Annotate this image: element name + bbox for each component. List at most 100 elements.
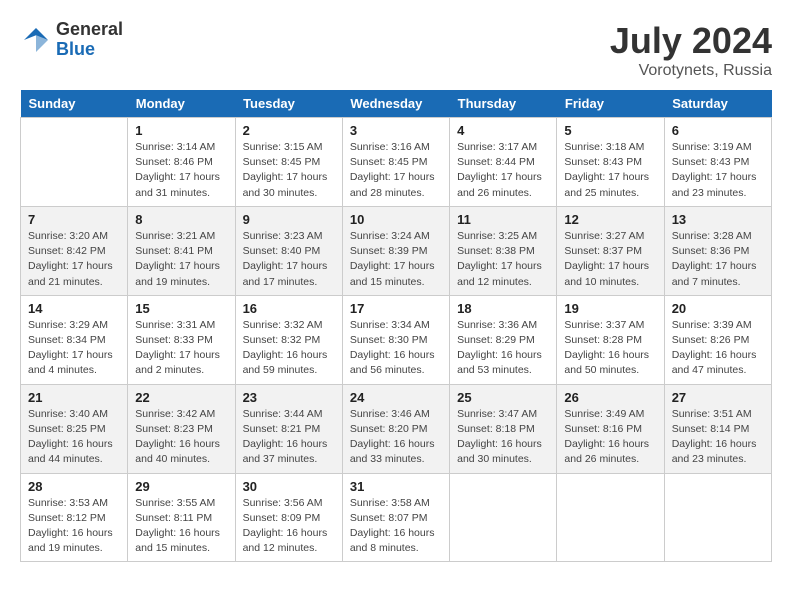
day-info: Sunrise: 3:49 AM Sunset: 8:16 PM Dayligh… (564, 407, 656, 468)
day-info: Sunrise: 3:20 AM Sunset: 8:42 PM Dayligh… (28, 229, 120, 290)
calendar-cell: 15Sunrise: 3:31 AM Sunset: 8:33 PM Dayli… (128, 295, 235, 384)
day-number: 27 (672, 390, 764, 405)
calendar-week-5: 28Sunrise: 3:53 AM Sunset: 8:12 PM Dayli… (21, 473, 772, 562)
calendar-cell: 9 Sunrise: 3:23 AM Sunset: 8:40 PM Daylig… (235, 206, 342, 295)
day-number: 17 (350, 301, 442, 316)
day-info: Sunrise: 3:36 AM Sunset: 8:29 PM Dayligh… (457, 318, 549, 379)
day-number: 9 (243, 212, 335, 227)
month-title: July 2024 (610, 20, 772, 62)
day-info: Sunrise: 3:56 AM Sunset: 8:09 PM Dayligh… (243, 496, 335, 557)
day-info: Sunrise: 3:42 AM Sunset: 8:23 PM Dayligh… (135, 407, 227, 468)
calendar-cell: 7 Sunrise: 3:20 AM Sunset: 8:42 PM Daylig… (21, 206, 128, 295)
day-number: 7 (28, 212, 120, 227)
calendar-cell: 30 Sunrise: 3:56 AM Sunset: 8:09 PM Dayli… (235, 473, 342, 562)
day-info: Sunrise: 3:25 AM Sunset: 8:38 PM Dayligh… (457, 229, 549, 290)
day-info: Sunrise: 3:24 AM Sunset: 8:39 PM Dayligh… (350, 229, 442, 290)
day-info: Sunrise: 3:31 AM Sunset: 8:33 PM Dayligh… (135, 318, 227, 379)
calendar-cell (450, 473, 557, 562)
calendar-cell: 17 Sunrise: 3:34 AM Sunset: 8:30 PM Dayli… (342, 295, 449, 384)
calendar-cell: 2 Sunrise: 3:15 AM Sunset: 8:45 PM Daylig… (235, 118, 342, 207)
calendar-table: Sunday Monday Tuesday Wednesday Thursday… (20, 90, 772, 562)
calendar-cell: 11Sunrise: 3:25 AM Sunset: 8:38 PM Dayli… (450, 206, 557, 295)
col-friday: Friday (557, 90, 664, 118)
day-info: Sunrise: 3:29 AM Sunset: 8:34 PM Dayligh… (28, 318, 120, 379)
calendar-cell: 19 Sunrise: 3:37 AM Sunset: 8:28 PM Dayli… (557, 295, 664, 384)
calendar-cell: 5 Sunrise: 3:18 AM Sunset: 8:43 PM Daylig… (557, 118, 664, 207)
day-number: 5 (564, 123, 656, 138)
day-info: Sunrise: 3:46 AM Sunset: 8:20 PM Dayligh… (350, 407, 442, 468)
day-info: Sunrise: 3:21 AM Sunset: 8:41 PM Dayligh… (135, 229, 227, 290)
calendar-cell: 25Sunrise: 3:47 AM Sunset: 8:18 PM Dayli… (450, 384, 557, 473)
day-info: Sunrise: 3:15 AM Sunset: 8:45 PM Dayligh… (243, 140, 335, 201)
day-number: 21 (28, 390, 120, 405)
day-number: 31 (350, 479, 442, 494)
calendar-cell (557, 473, 664, 562)
day-number: 10 (350, 212, 442, 227)
day-number: 13 (672, 212, 764, 227)
calendar-header: Sunday Monday Tuesday Wednesday Thursday… (21, 90, 772, 118)
day-number: 28 (28, 479, 120, 494)
day-number: 23 (243, 390, 335, 405)
day-info: Sunrise: 3:39 AM Sunset: 8:26 PM Dayligh… (672, 318, 764, 379)
calendar-cell (21, 118, 128, 207)
calendar-cell: 6 Sunrise: 3:19 AM Sunset: 8:43 PM Daylig… (664, 118, 771, 207)
day-info: Sunrise: 3:34 AM Sunset: 8:30 PM Dayligh… (350, 318, 442, 379)
calendar-cell: 23 Sunrise: 3:44 AM Sunset: 8:21 PM Dayli… (235, 384, 342, 473)
day-number: 16 (243, 301, 335, 316)
col-saturday: Saturday (664, 90, 771, 118)
col-tuesday: Tuesday (235, 90, 342, 118)
day-number: 22 (135, 390, 227, 405)
day-number: 24 (350, 390, 442, 405)
calendar-cell: 8 Sunrise: 3:21 AM Sunset: 8:41 PM Daylig… (128, 206, 235, 295)
calendar-cell: 12 Sunrise: 3:27 AM Sunset: 8:37 PM Dayli… (557, 206, 664, 295)
day-info: Sunrise: 3:27 AM Sunset: 8:37 PM Dayligh… (564, 229, 656, 290)
calendar-cell: 21 Sunrise: 3:40 AM Sunset: 8:25 PM Dayli… (21, 384, 128, 473)
location: Vorotynets, Russia (610, 62, 772, 80)
day-info: Sunrise: 3:32 AM Sunset: 8:32 PM Dayligh… (243, 318, 335, 379)
header-row: Sunday Monday Tuesday Wednesday Thursday… (21, 90, 772, 118)
day-number: 6 (672, 123, 764, 138)
col-wednesday: Wednesday (342, 90, 449, 118)
logo: General Blue (20, 20, 123, 60)
day-number: 2 (243, 123, 335, 138)
day-number: 18 (457, 301, 549, 316)
day-info: Sunrise: 3:51 AM Sunset: 8:14 PM Dayligh… (672, 407, 764, 468)
day-number: 30 (243, 479, 335, 494)
day-info: Sunrise: 3:58 AM Sunset: 8:07 PM Dayligh… (350, 496, 442, 557)
day-info: Sunrise: 3:19 AM Sunset: 8:43 PM Dayligh… (672, 140, 764, 201)
calendar-cell: 3 Sunrise: 3:16 AM Sunset: 8:45 PM Daylig… (342, 118, 449, 207)
calendar-cell: 24 Sunrise: 3:46 AM Sunset: 8:20 PM Dayli… (342, 384, 449, 473)
day-number: 19 (564, 301, 656, 316)
calendar-cell (664, 473, 771, 562)
logo-text: General Blue (56, 20, 123, 60)
day-number: 29 (135, 479, 227, 494)
day-number: 4 (457, 123, 549, 138)
calendar-cell: 10 Sunrise: 3:24 AM Sunset: 8:39 PM Dayli… (342, 206, 449, 295)
calendar-cell: 22 Sunrise: 3:42 AM Sunset: 8:23 PM Dayli… (128, 384, 235, 473)
day-info: Sunrise: 3:44 AM Sunset: 8:21 PM Dayligh… (243, 407, 335, 468)
day-number: 3 (350, 123, 442, 138)
day-info: Sunrise: 3:23 AM Sunset: 8:40 PM Dayligh… (243, 229, 335, 290)
calendar-week-2: 7 Sunrise: 3:20 AM Sunset: 8:42 PM Daylig… (21, 206, 772, 295)
day-info: Sunrise: 3:28 AM Sunset: 8:36 PM Dayligh… (672, 229, 764, 290)
calendar-cell: 4Sunrise: 3:17 AM Sunset: 8:44 PM Daylig… (450, 118, 557, 207)
calendar-body: 1Sunrise: 3:14 AM Sunset: 8:46 PM Daylig… (21, 118, 772, 562)
day-number: 12 (564, 212, 656, 227)
calendar-cell: 29Sunrise: 3:55 AM Sunset: 8:11 PM Dayli… (128, 473, 235, 562)
title-block: July 2024 Vorotynets, Russia (610, 20, 772, 80)
day-info: Sunrise: 3:16 AM Sunset: 8:45 PM Dayligh… (350, 140, 442, 201)
logo-general: General (56, 20, 123, 40)
page-header: General Blue July 2024 Vorotynets, Russi… (20, 20, 772, 80)
calendar-week-3: 14Sunrise: 3:29 AM Sunset: 8:34 PM Dayli… (21, 295, 772, 384)
day-info: Sunrise: 3:47 AM Sunset: 8:18 PM Dayligh… (457, 407, 549, 468)
day-info: Sunrise: 3:40 AM Sunset: 8:25 PM Dayligh… (28, 407, 120, 468)
logo-icon (20, 24, 52, 56)
calendar-cell: 14Sunrise: 3:29 AM Sunset: 8:34 PM Dayli… (21, 295, 128, 384)
day-info: Sunrise: 3:37 AM Sunset: 8:28 PM Dayligh… (564, 318, 656, 379)
day-number: 20 (672, 301, 764, 316)
calendar-cell: 26Sunrise: 3:49 AM Sunset: 8:16 PM Dayli… (557, 384, 664, 473)
calendar-week-1: 1Sunrise: 3:14 AM Sunset: 8:46 PM Daylig… (21, 118, 772, 207)
day-number: 8 (135, 212, 227, 227)
day-info: Sunrise: 3:18 AM Sunset: 8:43 PM Dayligh… (564, 140, 656, 201)
calendar-cell: 20 Sunrise: 3:39 AM Sunset: 8:26 PM Dayli… (664, 295, 771, 384)
